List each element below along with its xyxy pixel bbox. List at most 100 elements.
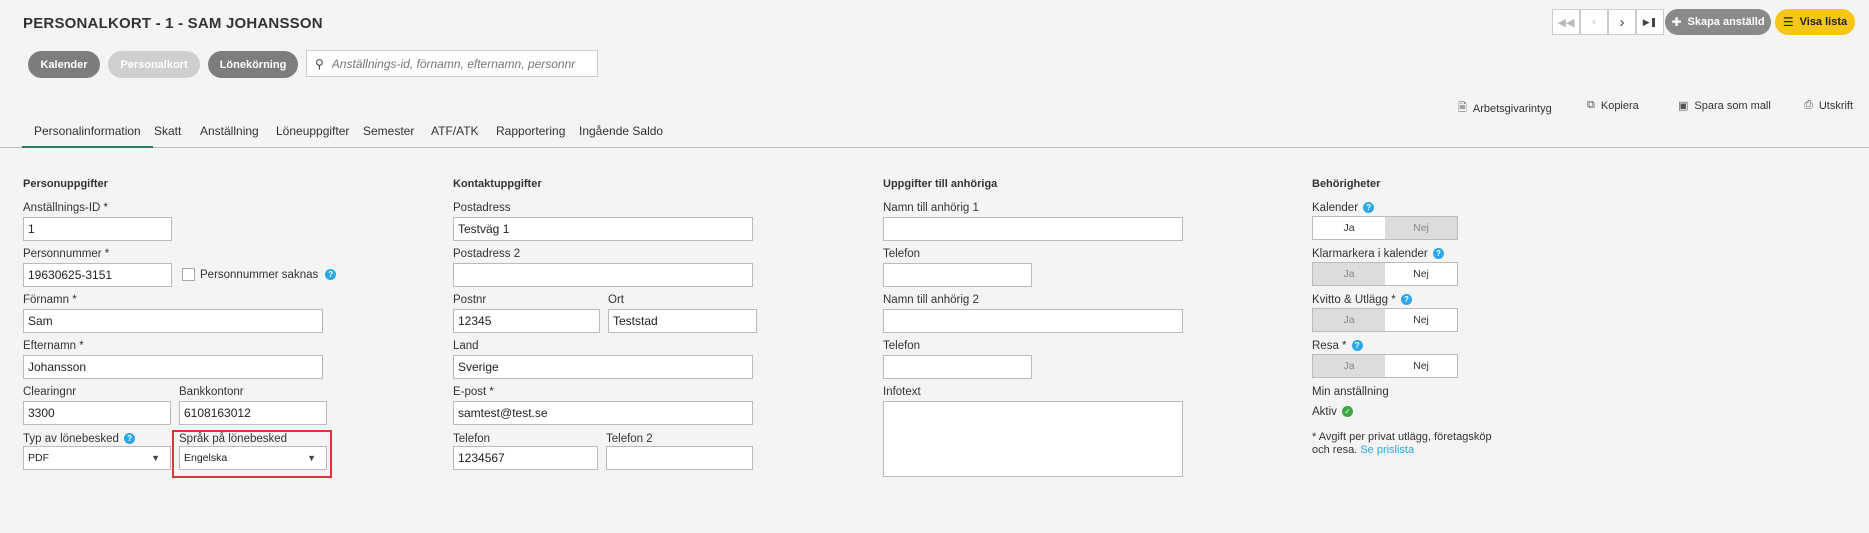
chevron-left-icon: ‹ — [1592, 16, 1596, 28]
address-field[interactable]: Testväg 1 — [453, 217, 753, 241]
relative2-phone-label: Telefon — [883, 340, 921, 352]
skip-last-icon: ▶❚ — [1642, 16, 1658, 27]
last-name-label: Efternamn * — [23, 340, 84, 352]
personnel-card-button[interactable]: Personalkort — [108, 51, 200, 78]
tab-opening-balance[interactable]: Ingående Saldo — [579, 124, 663, 146]
email-field[interactable]: samtest@test.se — [453, 401, 753, 425]
clearing-field[interactable]: 3300 — [23, 401, 171, 425]
relative1-name-label: Namn till anhörig 1 — [883, 202, 979, 214]
account-field[interactable]: 6108163012 — [179, 401, 327, 425]
city-field[interactable]: Teststad — [608, 309, 757, 333]
help-icon[interactable]: ? — [1400, 294, 1412, 306]
zip-label: Postnr — [453, 294, 487, 306]
receipts-no-option[interactable]: Nej — [1385, 309, 1457, 331]
help-icon[interactable]: ? — [325, 269, 337, 280]
my-employment-label: Min anställning — [1312, 386, 1389, 398]
receipts-yes-option[interactable]: Ja — [1313, 309, 1385, 331]
chevron-right-icon: › — [1619, 13, 1625, 31]
zip-field[interactable]: 12345 — [453, 309, 600, 333]
print-link[interactable]: ⎙ Utskrift — [1804, 99, 1853, 112]
relative1-name-field[interactable] — [883, 217, 1183, 241]
relatives-heading: Uppgifter till anhöriga — [883, 178, 998, 190]
payslip-language-value: Engelska — [184, 452, 228, 464]
tab-personal-information[interactable]: Personalinformation — [22, 124, 153, 148]
calendar-permission-toggle: Ja Nej — [1312, 216, 1458, 240]
search-icon: ⚲ — [315, 56, 324, 71]
tab-employment[interactable]: Anställning — [200, 124, 259, 146]
receipts-label: Kvitto & Utlägg * — [1312, 294, 1396, 306]
skip-first-icon: ◀◀ — [1557, 16, 1575, 29]
mark-calendar-label: Klarmarkera i kalender — [1312, 248, 1428, 260]
help-icon[interactable]: ? — [1363, 202, 1375, 214]
previous-button[interactable]: ‹ — [1580, 9, 1608, 35]
employer-certificate-label: Arbetsgivarintyg — [1472, 102, 1552, 115]
first-name-label: Förnamn * — [23, 294, 77, 306]
save-template-link[interactable]: ▣ Spara som mall — [1678, 99, 1771, 113]
calendar-yes-option[interactable]: Ja — [1313, 217, 1385, 239]
tab-vacation[interactable]: Semester — [363, 124, 414, 146]
mark-calendar-yes-option[interactable]: Ja — [1313, 263, 1385, 285]
ssn-missing-checkbox[interactable] — [182, 268, 195, 281]
last-name-field[interactable]: Johansson — [23, 355, 323, 379]
search-input[interactable] — [331, 56, 582, 71]
payroll-run-button[interactable]: Lönekörning — [208, 51, 298, 78]
clearing-label: Clearingnr — [23, 386, 77, 398]
info-text-area[interactable] — [883, 401, 1183, 477]
address2-field[interactable] — [453, 263, 753, 287]
calendar-permission-label-wrap: Kalender ? — [1312, 202, 1375, 214]
next-button[interactable]: › — [1608, 9, 1636, 35]
copy-label: Kopiera — [1600, 99, 1639, 112]
relative1-phone-label: Telefon — [883, 248, 921, 260]
help-icon[interactable]: ? — [124, 433, 136, 445]
mark-calendar-label-wrap: Klarmarkera i kalender ? — [1312, 248, 1444, 260]
country-field[interactable]: Sverige — [453, 355, 753, 379]
help-icon[interactable]: ? — [1432, 248, 1444, 260]
caret-down-icon: ▼ — [151, 453, 160, 463]
ssn-missing-option: Personnummer saknas ? — [182, 268, 337, 281]
permissions-heading: Behörigheter — [1312, 178, 1381, 190]
tab-tax[interactable]: Skatt — [154, 124, 181, 146]
create-employee-button[interactable]: ✚ Skapa anställd — [1665, 9, 1771, 35]
show-list-button[interactable]: ☰ Visa lista — [1775, 9, 1855, 35]
price-list-link[interactable]: Se prislista — [1360, 444, 1414, 456]
phone2-label: Telefon 2 — [606, 433, 653, 445]
copy-link[interactable]: ⧉ Kopiera — [1587, 99, 1639, 112]
payslip-type-select[interactable]: PDF ▼ — [23, 446, 171, 470]
first-name-field[interactable]: Sam — [23, 309, 323, 333]
tab-reporting[interactable]: Rapportering — [496, 124, 565, 146]
help-icon[interactable]: ? — [1351, 340, 1363, 352]
account-label: Bankkontonr — [179, 386, 244, 398]
tab-salary-details[interactable]: Löneuppgifter — [276, 124, 349, 146]
create-employee-label: Skapa anställd — [1687, 16, 1765, 28]
relative1-phone-field[interactable] — [883, 263, 1032, 287]
tab-atf-atk[interactable]: ATF/ATK — [431, 124, 479, 146]
ssn-label: Personnummer * — [23, 248, 110, 260]
page-title: PERSONALKORT - 1 - SAM JOHANSSON — [23, 15, 323, 32]
travel-toggle: Ja Nej — [1312, 354, 1458, 378]
relative2-phone-field[interactable] — [883, 355, 1032, 379]
personal-heading: Personuppgifter — [23, 178, 108, 190]
show-list-label: Visa lista — [1799, 16, 1848, 28]
mark-calendar-no-option[interactable]: Nej — [1385, 263, 1457, 285]
relative2-name-field[interactable] — [883, 309, 1183, 333]
payslip-type-value: PDF — [28, 452, 49, 464]
employer-certificate-link[interactable]: 🗎 Arbetsgivarintyg — [1458, 99, 1552, 118]
calendar-button[interactable]: Kalender — [28, 51, 100, 78]
phone2-field[interactable] — [606, 446, 753, 470]
phone-field[interactable]: 1234567 — [453, 446, 598, 470]
first-page-button[interactable]: ◀◀ — [1552, 9, 1580, 35]
travel-no-option[interactable]: Nej — [1385, 355, 1457, 377]
last-page-button[interactable]: ▶❚ — [1636, 9, 1664, 35]
city-label: Ort — [608, 294, 624, 306]
floppy-disk-icon: ▣ — [1678, 100, 1689, 112]
fee-note: * Avgift per privat utlägg, företagsköp … — [1312, 431, 1502, 457]
receipts-toggle: Ja Nej — [1312, 308, 1458, 332]
payslip-language-select[interactable]: Engelska ▼ — [179, 446, 327, 470]
document-icon: 🗎 — [1458, 102, 1467, 114]
relative2-name-label: Namn till anhörig 2 — [883, 294, 979, 306]
travel-yes-option[interactable]: Ja — [1313, 355, 1385, 377]
ssn-field[interactable]: 19630625-3151 — [23, 263, 172, 287]
calendar-no-option[interactable]: Nej — [1385, 217, 1457, 239]
employee-id-label: Anställnings-ID * — [23, 202, 109, 214]
employee-id-field[interactable]: 1 — [23, 217, 172, 241]
